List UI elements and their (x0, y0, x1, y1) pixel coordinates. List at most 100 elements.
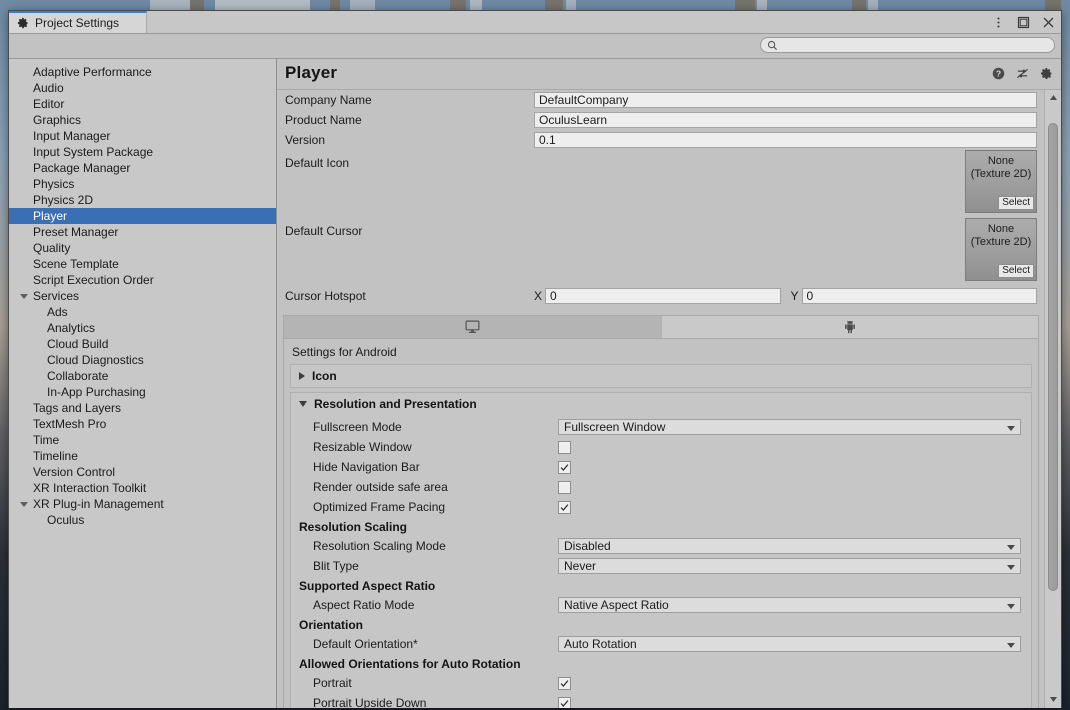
sidebar-item-quality[interactable]: Quality (9, 240, 276, 256)
sidebar-item-label: Script Execution Order (33, 273, 154, 287)
section-header-icon[interactable]: Icon (291, 365, 1031, 387)
close-icon[interactable] (1042, 16, 1055, 29)
page-title: Player (285, 63, 338, 82)
cursor-hotspot-x-input[interactable] (545, 288, 781, 304)
preset-icon[interactable] (1016, 67, 1029, 80)
kebab-menu-icon[interactable] (992, 16, 1005, 29)
gear-icon[interactable] (1040, 67, 1053, 80)
expander-caret-down-icon[interactable] (20, 294, 28, 302)
sidebar-item-label: Ads (47, 305, 68, 319)
default-cursor-object-field[interactable]: None (Texture 2D) Select (965, 218, 1037, 281)
row-render-outside-safe-area: Render outside safe area (291, 477, 1031, 497)
group-label-orientation: Orientation (299, 617, 364, 632)
sidebar-item-tags-and-layers[interactable]: Tags and Layers (9, 400, 276, 416)
checkbox-render-outside-safe-area[interactable] (558, 480, 571, 494)
group-label-supported-aspect-ratio: Supported Aspect Ratio (299, 578, 436, 593)
dropdown-aspect-ratio-mode[interactable]: Native Aspect Ratio (558, 597, 1021, 613)
sidebar-item-textmesh-pro[interactable]: TextMesh Pro (9, 416, 276, 432)
platform-settings-panel: Settings for Android Icon Resolution and … (283, 315, 1039, 708)
default-cursor-select-button[interactable]: Select (998, 264, 1034, 278)
checkbox-optimized-frame-pacing[interactable] (558, 500, 571, 514)
sidebar-item-scene-template[interactable]: Scene Template (9, 256, 276, 272)
row-portrait-upside-down: Portrait Upside Down (291, 693, 1031, 708)
settings-for-label: Settings for Android (292, 345, 397, 359)
checkbox-portrait[interactable] (558, 676, 571, 690)
default-icon-select-button[interactable]: Select (998, 196, 1034, 210)
default-icon-object-field[interactable]: None (Texture 2D) Select (965, 150, 1037, 213)
maximize-icon[interactable] (1017, 16, 1030, 29)
sidebar-item-cloud-diagnostics[interactable]: Cloud Diagnostics (9, 352, 276, 368)
company-name-input[interactable] (534, 92, 1037, 108)
section-header-resolution-and-presentation[interactable]: Resolution and Presentation (291, 393, 1031, 415)
sidebar-item-xr-interaction-toolkit[interactable]: XR Interaction Toolkit (9, 480, 276, 496)
sidebar-item-input-manager[interactable]: Input Manager (9, 128, 276, 144)
sidebar-item-physics[interactable]: Physics (9, 176, 276, 192)
dropdown-resolution-scaling-mode[interactable]: Disabled (558, 538, 1021, 554)
sidebar-item-input-system-package[interactable]: Input System Package (9, 144, 276, 160)
content-vertical-scrollbar[interactable] (1044, 90, 1061, 708)
page-header: Player ? (277, 59, 1061, 90)
dropdown-fullscreen-mode[interactable]: Fullscreen Window (558, 419, 1021, 435)
sidebar-item-script-execution-order[interactable]: Script Execution Order (9, 272, 276, 288)
sidebar-item-label: Input System Package (33, 145, 154, 159)
cursor-hotspot-row: Cursor Hotspot X Y (277, 285, 1045, 307)
chevron-down-icon (1007, 604, 1015, 609)
version-input[interactable] (534, 132, 1037, 148)
sidebar-item-cloud-build[interactable]: Cloud Build (9, 336, 276, 352)
label-blit-type: Blit Type (313, 559, 359, 573)
section-icon: Icon (290, 364, 1032, 388)
row-hide-navigation-bar: Hide Navigation Bar (291, 457, 1031, 477)
label-fullscreen-mode: Fullscreen Mode (313, 420, 402, 434)
search-box[interactable] (760, 37, 1055, 53)
checkbox-portrait-upside-down[interactable] (558, 696, 571, 708)
help-icon[interactable]: ? (992, 67, 1005, 80)
sidebar-item-graphics[interactable]: Graphics (9, 112, 276, 128)
sidebar-item-preset-manager[interactable]: Preset Manager (9, 224, 276, 240)
sidebar-item-timeline[interactable]: Timeline (9, 448, 276, 464)
scroll-up-button[interactable] (1045, 90, 1061, 104)
settings-category-tree[interactable]: Adaptive Performance Audio Editor Graphics I… (9, 58, 277, 708)
dropdown-default-orientation[interactable]: Auto Rotation (558, 636, 1021, 652)
sidebar-item-audio[interactable]: Audio (9, 80, 276, 96)
checkbox-hide-navigation-bar[interactable] (558, 460, 571, 474)
checkbox-resizable-window[interactable] (558, 440, 571, 454)
sidebar-item-collaborate[interactable]: Collaborate (9, 368, 276, 384)
sidebar-item-ads[interactable]: Ads (9, 304, 276, 320)
row-portrait: Portrait (291, 673, 1031, 693)
row-optimized-frame-pacing: Optimized Frame Pacing (291, 497, 1031, 517)
sidebar-item-adaptive-performance[interactable]: Adaptive Performance (9, 64, 276, 80)
cursor-hotspot-y-input[interactable] (801, 288, 1037, 304)
label-render-outside-safe-area: Render outside safe area (313, 480, 448, 494)
tab-platform-standalone[interactable] (284, 316, 662, 338)
platform-tab-bar[interactable] (284, 316, 1038, 339)
checkmark-icon (560, 679, 569, 687)
dropdown-value: Never (564, 559, 597, 573)
search-input[interactable] (782, 38, 1053, 52)
row-resolution-scaling-mode: Resolution Scaling Mode Disabled (291, 536, 1031, 556)
sidebar-item-oculus[interactable]: Oculus (9, 512, 276, 528)
sidebar-item-analytics[interactable]: Analytics (9, 320, 276, 336)
sidebar-item-label: Editor (33, 97, 65, 111)
dropdown-value: Fullscreen Window (564, 420, 666, 434)
tab-project-settings[interactable]: Project Settings (9, 11, 147, 33)
sidebar-item-label: Cloud Build (47, 337, 109, 351)
scroll-down-button[interactable] (1045, 692, 1061, 706)
sidebar-item-xr-plug-in-management[interactable]: XR Plug-in Management (9, 496, 276, 512)
sidebar-item-time[interactable]: Time (9, 432, 276, 448)
sidebar-item-physics-2d[interactable]: Physics 2D (9, 192, 276, 208)
sidebar-item-player[interactable]: Player (9, 208, 276, 224)
product-name-input[interactable] (534, 112, 1037, 128)
expander-caret-down-icon[interactable] (20, 502, 28, 510)
sidebar-item-in-app-purchasing[interactable]: In-App Purchasing (9, 384, 276, 400)
tab-platform-android[interactable] (662, 316, 1039, 338)
sidebar-item-version-control[interactable]: Version Control (9, 464, 276, 480)
row-aspect-ratio-mode: Aspect Ratio Mode Native Aspect Ratio (291, 595, 1031, 615)
sidebar-item-services[interactable]: Services (9, 288, 276, 304)
sidebar-item-package-manager[interactable]: Package Manager (9, 160, 276, 176)
sidebar-item-label: Collaborate (47, 369, 109, 383)
dropdown-blit-type[interactable]: Never (558, 558, 1021, 574)
caret-down-icon (299, 401, 307, 407)
sidebar-item-editor[interactable]: Editor (9, 96, 276, 112)
scrollbar-thumb[interactable] (1048, 122, 1058, 592)
sidebar-item-label: Physics 2D (33, 193, 94, 207)
